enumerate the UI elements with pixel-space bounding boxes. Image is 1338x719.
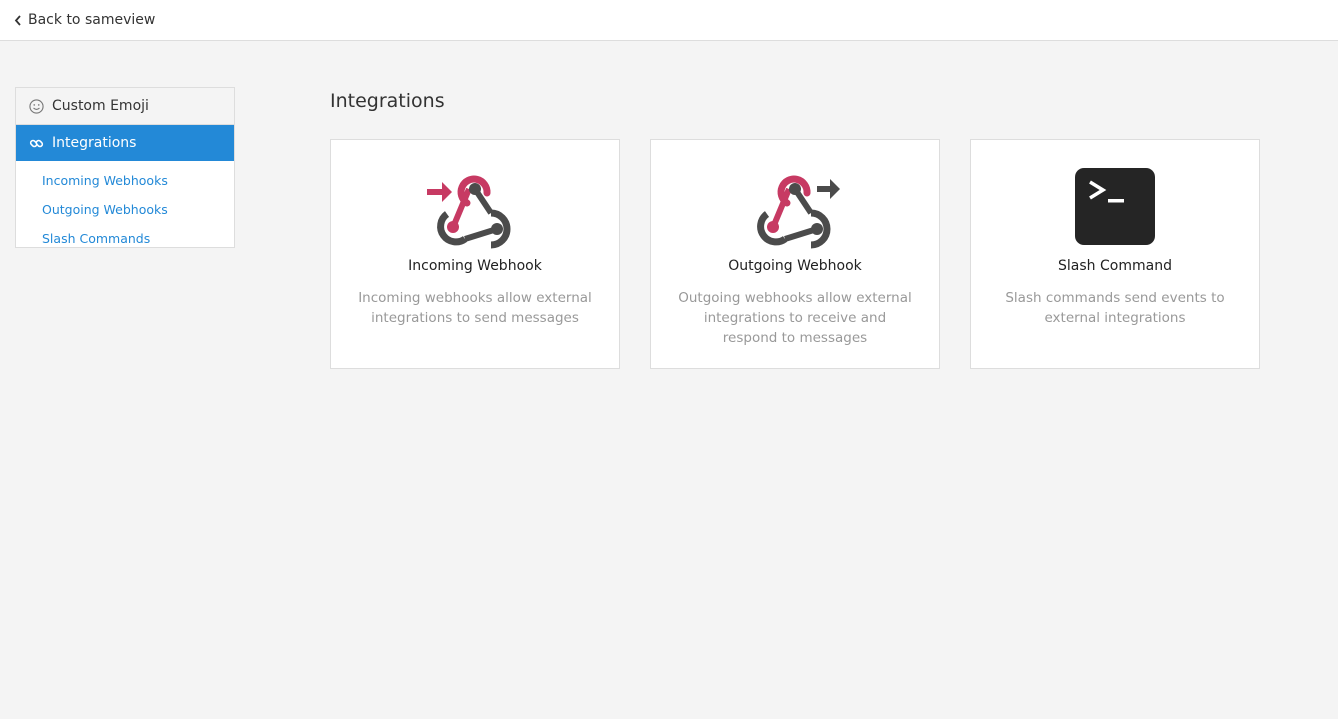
card-title: Incoming Webhook (408, 258, 542, 274)
incoming-webhook-icon (427, 175, 511, 249)
link-icon (28, 135, 44, 151)
page-title: Integrations (330, 90, 445, 112)
top-bar: Back to sameview (0, 0, 1338, 41)
back-link-label: Back to sameview (28, 12, 156, 28)
sidebar-subitem-outgoing-webhooks[interactable]: Outgoing Webhooks (16, 195, 234, 224)
sidebar-subitem-slash-commands[interactable]: Slash Commands (16, 224, 234, 253)
slash-command-card[interactable]: Slash Command Slash commands send events… (970, 139, 1260, 369)
sidebar-subitem-incoming-webhooks[interactable]: Incoming Webhooks (16, 166, 234, 195)
sidebar-item-label: Integrations (52, 135, 137, 151)
incoming-webhook-card[interactable]: Incoming Webhook Incoming webhooks allow… (330, 139, 620, 369)
card-title: Slash Command (1058, 258, 1172, 274)
smiley-icon (28, 98, 44, 114)
outgoing-webhook-card[interactable]: Outgoing Webhook Outgoing webhooks allow… (650, 139, 940, 369)
terminal-icon (1075, 168, 1155, 245)
card-title: Outgoing Webhook (728, 258, 862, 274)
sidebar-item-label: Custom Emoji (52, 98, 149, 114)
back-link[interactable]: Back to sameview (14, 10, 155, 30)
sidebar-item-custom-emoji[interactable]: Custom Emoji (16, 88, 234, 125)
outgoing-webhook-icon (757, 175, 840, 249)
card-description: Slash commands send events to external i… (1005, 290, 1225, 326)
card-description: Incoming webhooks allow external integra… (358, 290, 592, 326)
sidebar: Custom Emoji Integrations Incoming Webho… (15, 87, 235, 248)
card-description: Outgoing webhooks allow external integra… (678, 290, 912, 346)
chevron-left-icon (14, 14, 21, 26)
sidebar-item-integrations[interactable]: Integrations (16, 125, 234, 161)
integrations-submenu: Incoming Webhooks Outgoing Webhooks Slas… (16, 161, 234, 253)
